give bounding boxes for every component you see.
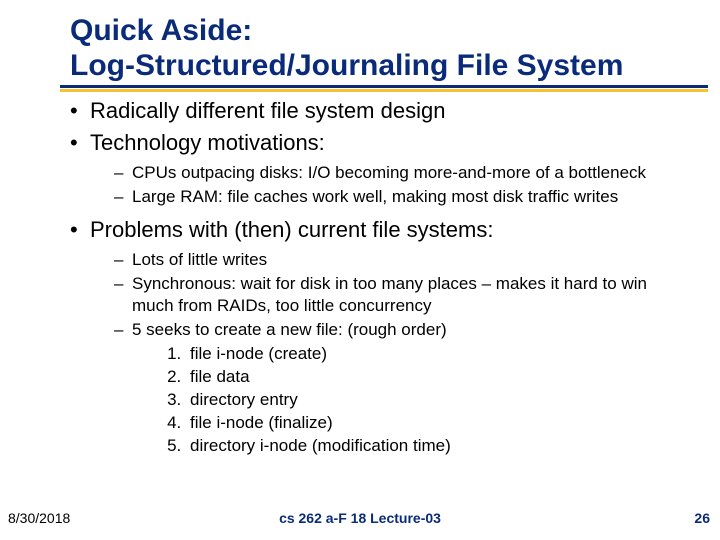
bullet-text: Radically different file system design [90, 98, 445, 123]
sub-bullet-text: 5 seeks to create a new file: (rough ord… [132, 320, 447, 339]
sub-bullet-text: Large RAM: file caches work well, making… [132, 187, 618, 206]
sub-bullet-item: 5 seeks to create a new file: (rough ord… [114, 319, 690, 458]
title-line-2: Log-Structured/Journaling File System [70, 49, 623, 82]
sub-bullet-item: CPUs outpacing disks: I/O becoming more-… [114, 162, 690, 183]
numbered-list: file i-node (create) file data directory… [132, 343, 690, 458]
footer-page-number: 26 [694, 510, 710, 526]
sub-bullet-item: Lots of little writes [114, 249, 690, 270]
numbered-text: file i-node (create) [190, 344, 327, 363]
bullet-item: Radically different file system design [70, 97, 690, 125]
numbered-item: directory i-node (modification time) [186, 435, 690, 458]
sub-bullet-item: Large RAM: file caches work well, making… [114, 186, 690, 207]
sub-bullet-text: Synchronous: wait for disk in too many p… [132, 274, 647, 314]
numbered-item: file data [186, 366, 690, 389]
slide: Quick Aside: Log-Structured/Journaling F… [0, 0, 720, 540]
title-line-1: Quick Aside: [70, 14, 252, 47]
underline-yellow [60, 89, 708, 92]
content-area: Radically different file system design T… [0, 83, 720, 458]
sub-bullet-text: Lots of little writes [132, 250, 267, 269]
footer-center: cs 262 a-F 18 Lecture-03 [0, 510, 720, 526]
bullet-item: Technology motivations: CPUs outpacing d… [70, 129, 690, 208]
bullet-list: Radically different file system design T… [70, 97, 690, 458]
sub-bullet-list: CPUs outpacing disks: I/O becoming more-… [90, 162, 690, 208]
numbered-text: file data [190, 367, 250, 386]
bullet-text: Problems with (then) current file system… [90, 217, 493, 242]
numbered-item: file i-node (finalize) [186, 412, 690, 435]
sub-bullet-item: Synchronous: wait for disk in too many p… [114, 273, 690, 316]
underline-blue [60, 85, 708, 88]
numbered-text: directory i-node (modification time) [190, 436, 451, 455]
sub-bullet-text: CPUs outpacing disks: I/O becoming more-… [132, 163, 646, 182]
numbered-item: file i-node (create) [186, 343, 690, 366]
title-block: Quick Aside: Log-Structured/Journaling F… [0, 0, 720, 83]
numbered-item: directory entry [186, 389, 690, 412]
numbered-text: file i-node (finalize) [190, 413, 333, 432]
bullet-text: Technology motivations: [90, 130, 325, 155]
numbered-text: directory entry [190, 390, 298, 409]
footer: 8/30/2018 cs 262 a-F 18 Lecture-03 26 [0, 510, 720, 530]
bullet-item: Problems with (then) current file system… [70, 216, 690, 458]
sub-bullet-list: Lots of little writes Synchronous: wait … [90, 249, 690, 458]
slide-title: Quick Aside: Log-Structured/Journaling F… [70, 14, 623, 83]
